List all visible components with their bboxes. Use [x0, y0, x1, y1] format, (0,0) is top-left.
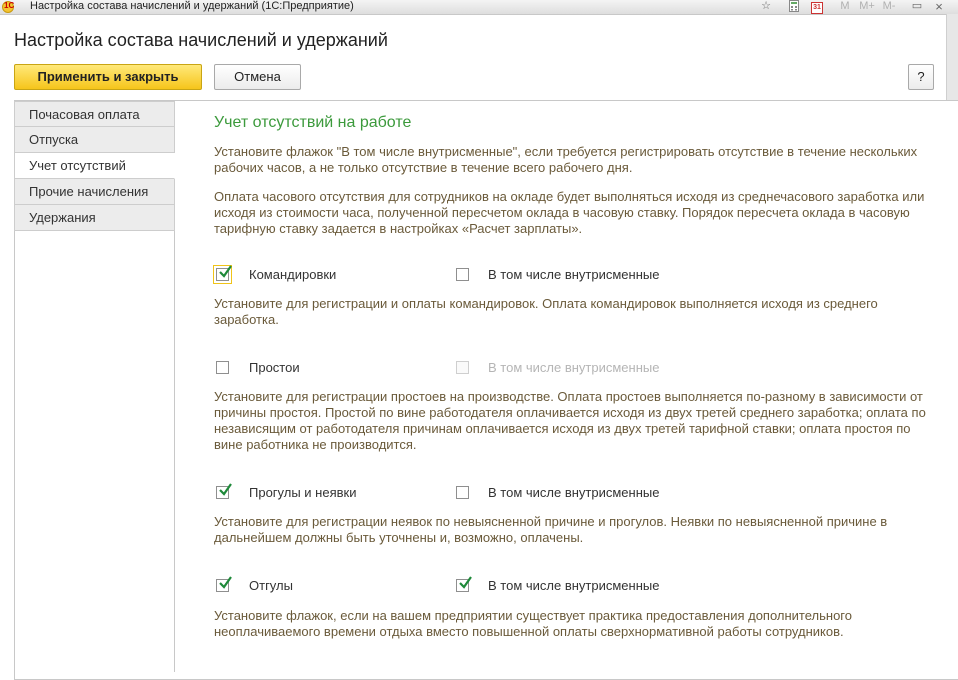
description-line: дальнейшем должны быть уточнены и, возмо…	[214, 530, 584, 545]
note-line: исходя из стоимости часа, полученной пер…	[214, 205, 910, 220]
downtime-label: Простои	[249, 360, 300, 375]
nav-item-deductions[interactable]: Удержания	[14, 205, 175, 231]
nav-item-absences[interactable]: Учет отсутствий	[14, 153, 175, 179]
absenteeism-intrashift-checkbox[interactable]	[456, 486, 469, 499]
time-off-intrashift-checkbox[interactable]	[456, 576, 472, 592]
calendar-day: 31	[811, 2, 823, 14]
maximize-button[interactable]: ▭	[910, 0, 924, 13]
downtime-intrashift-checkbox[interactable]	[456, 361, 469, 374]
apply-and-close-button[interactable]: Применить и закрыть	[14, 64, 202, 90]
memory-minus-icon[interactable]: M-	[880, 0, 898, 13]
business-trips-intrashift-label: В том числе внутрисменные	[488, 267, 660, 282]
description-line: неоплачиваемого времени отдыха вместо по…	[214, 624, 844, 639]
intro-line: рабочих часов, а не только отсутствие в …	[214, 160, 633, 175]
app-logo-icon: 1С	[2, 1, 14, 13]
downtime-description: Установите для регистрации простоев на п…	[214, 389, 934, 453]
description-line: Установите флажок, если на вашем предпри…	[214, 608, 852, 623]
description-line: Установите для регистрации неявок по нев…	[214, 514, 888, 529]
time-off-intrashift-label: В том числе внутрисменные	[488, 578, 660, 593]
nav-item-other-accruals[interactable]: Прочие начисления	[14, 179, 175, 205]
intro-line: Установите флажок "В том числе внутрисме…	[214, 144, 918, 159]
description-line: заработка.	[214, 312, 279, 327]
help-button[interactable]: ?	[908, 64, 934, 90]
absenteeism-intrashift-label: В том числе внутрисменные	[488, 485, 660, 500]
window-title: Настройка состава начислений и удержаний…	[30, 0, 354, 12]
absenteeism-checkbox[interactable]	[216, 483, 232, 499]
description-line: независящим от работодателя причинам опл…	[214, 421, 911, 436]
memory-plus-icon[interactable]: M+	[858, 0, 876, 13]
business-trips-checkbox[interactable]	[213, 265, 232, 284]
time-off-checkbox[interactable]	[216, 576, 232, 592]
checkmark-icon	[459, 576, 472, 589]
business-trips-description: Установите для регистрации и оплаты кома…	[214, 296, 934, 328]
downtime-intrashift-label: В том числе внутрисменные	[488, 360, 660, 375]
downtime-checkbox[interactable]	[216, 361, 229, 374]
absenteeism-label: Прогулы и неявки	[249, 485, 357, 500]
checkmark-icon	[219, 483, 232, 496]
checkmark-icon	[219, 265, 232, 278]
intro-text: Установите флажок "В том числе внутрисме…	[214, 144, 934, 176]
note-line: тарифную ставку задается в настройках «Р…	[214, 221, 583, 236]
calendar-icon[interactable]: 31	[810, 0, 824, 14]
nav-item-hourly-pay[interactable]: Почасовая оплата	[14, 101, 175, 127]
form-title: Настройка состава начислений и удержаний	[14, 30, 388, 50]
business-trips-intrashift-checkbox[interactable]	[456, 268, 469, 281]
time-off-description: Установите флажок, если на вашем предпри…	[214, 608, 934, 640]
note-text: Оплата часового отсутствия для сотрудник…	[214, 189, 934, 237]
cancel-button[interactable]: Отмена	[214, 64, 301, 90]
description-line: Установите для регистрации простоев на п…	[214, 389, 923, 404]
checkmark-icon	[219, 576, 232, 589]
nav-item-vacations[interactable]: Отпуска	[14, 127, 175, 153]
note-line: Оплата часового отсутствия для сотрудник…	[214, 189, 925, 204]
absenteeism-description: Установите для регистрации неявок по нев…	[214, 514, 934, 546]
time-off-label: Отгулы	[249, 578, 293, 593]
description-line: Установите для регистрации и оплаты кома…	[214, 296, 878, 311]
close-button[interactable]: ×	[932, 0, 946, 13]
calculator-icon[interactable]	[788, 0, 800, 13]
memory-icon[interactable]: M	[838, 0, 852, 13]
favorite-star-icon[interactable]: ☆	[760, 0, 772, 13]
business-trips-label: Командировки	[249, 267, 337, 282]
description-line: причины простоя. Простой по вине работод…	[214, 405, 926, 420]
window-titlebar: 1С Настройка состава начислений и удержа…	[0, 0, 958, 15]
description-line: вине работника не производится.	[214, 437, 417, 452]
section-title: Учет отсутствий на работе	[214, 114, 412, 131]
